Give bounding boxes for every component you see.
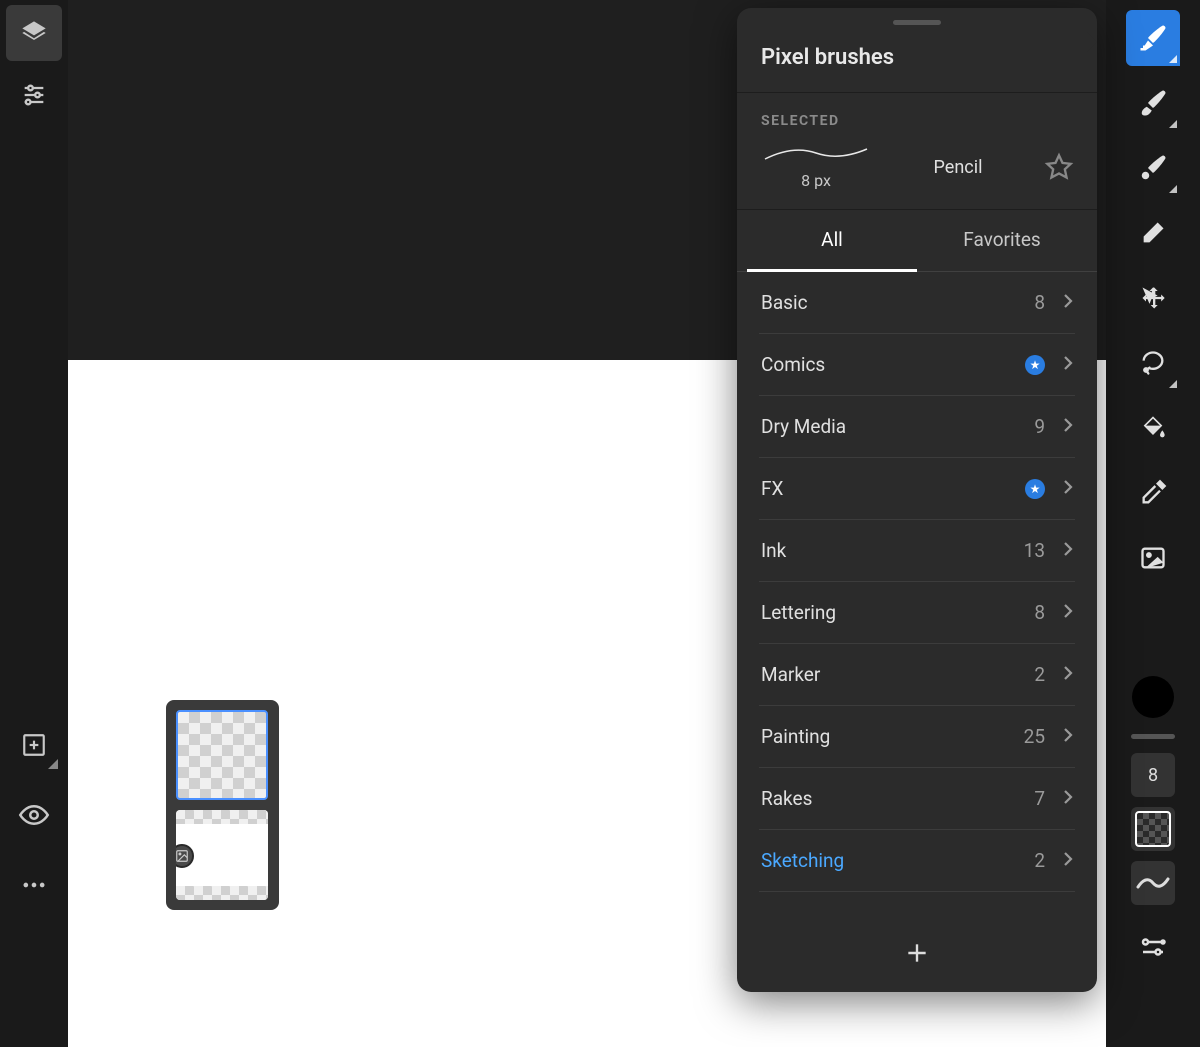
tab-favorites[interactable]: Favorites: [917, 210, 1087, 271]
brush-count: 9: [1034, 415, 1045, 438]
layers-icon[interactable]: [6, 5, 62, 61]
chevron-right-icon: [1063, 851, 1073, 871]
brush-category-label: Marker: [761, 663, 1034, 686]
premium-badge-icon: ★: [1025, 479, 1045, 499]
brush-count: 2: [1034, 663, 1045, 686]
brush-category-label: Comics: [761, 353, 1025, 376]
brush-category-list: Basic8Comics★Dry Media9FX★Ink13Lettering…: [737, 272, 1097, 922]
lasso-icon[interactable]: [1126, 335, 1180, 391]
pixel-brush-icon[interactable]: [1126, 10, 1180, 66]
selected-brush-row[interactable]: 8 px Pencil: [737, 129, 1097, 209]
brush-preview-button[interactable]: [1131, 861, 1175, 905]
brush-category-row[interactable]: Basic8: [759, 272, 1075, 334]
brush-category-row[interactable]: Painting25: [759, 706, 1075, 768]
brush-stroke-preview: 8 px: [761, 145, 871, 189]
brush-category-label: Basic: [761, 291, 1034, 314]
add-brush-icon[interactable]: [904, 940, 930, 970]
brush-count: 8: [1034, 601, 1045, 624]
image-layer-icon: [176, 844, 194, 868]
layer-thumb-bg[interactable]: [176, 810, 268, 900]
right-toolbar: 8: [1106, 0, 1200, 1047]
chevron-right-icon: [1063, 727, 1073, 747]
secondary-color-swatch[interactable]: [1131, 807, 1175, 851]
eraser-icon[interactable]: [1126, 205, 1180, 261]
premium-badge-icon: ★: [1025, 355, 1045, 375]
brush-count: 7: [1034, 787, 1045, 810]
brush-category-row[interactable]: Comics★: [759, 334, 1075, 396]
chevron-right-icon: [1063, 603, 1073, 623]
selected-label: SELECTED: [737, 93, 1097, 129]
brush-category-label: FX: [761, 477, 1025, 500]
more-icon[interactable]: [6, 857, 62, 913]
favorite-star-icon[interactable]: [1045, 153, 1073, 181]
brush-name-label: Pencil: [879, 157, 1037, 178]
chevron-right-icon: [1063, 541, 1073, 561]
brush-count: 2: [1034, 849, 1045, 872]
add-icon[interactable]: [6, 717, 62, 773]
chevron-right-icon: [1063, 789, 1073, 809]
brush-count: 13: [1024, 539, 1045, 562]
brush-category-row[interactable]: Rakes7: [759, 768, 1075, 830]
eyedropper-icon[interactable]: [1126, 465, 1180, 521]
left-toolbar: [0, 0, 68, 1047]
brush-size-label: 8 px: [801, 171, 831, 190]
tab-all[interactable]: All: [747, 210, 917, 272]
panel-grip-icon[interactable]: [1131, 734, 1175, 739]
brush-panel: Pixel brushes SELECTED 8 px Pencil All F…: [737, 8, 1097, 992]
brush-count: 8: [1034, 291, 1045, 314]
smudge-icon[interactable]: [1126, 140, 1180, 196]
brush-category-row[interactable]: Dry Media9: [759, 396, 1075, 458]
brush-category-label: Rakes: [761, 787, 1034, 810]
chevron-right-icon: [1063, 417, 1073, 437]
brush-category-label: Painting: [761, 725, 1024, 748]
visibility-icon[interactable]: [6, 787, 62, 843]
layers-mini-panel[interactable]: [166, 700, 279, 910]
brush-category-label: Ink: [761, 539, 1024, 562]
chevron-right-icon: [1063, 479, 1073, 499]
watercolor-brush-icon[interactable]: [1126, 75, 1180, 131]
chevron-right-icon: [1063, 665, 1073, 685]
brush-category-label: Lettering: [761, 601, 1034, 624]
brush-category-row[interactable]: Ink13: [759, 520, 1075, 582]
brush-category-label: Sketching: [761, 849, 1034, 872]
brush-category-row[interactable]: FX★: [759, 458, 1075, 520]
brush-category-row[interactable]: Lettering8: [759, 582, 1075, 644]
panel-title: Pixel brushes: [737, 25, 1097, 92]
fill-icon[interactable]: [1126, 400, 1180, 456]
brush-category-row[interactable]: Marker2: [759, 644, 1075, 706]
brush-category-row[interactable]: Sketching2: [759, 830, 1075, 892]
brush-tabs: All Favorites: [737, 210, 1097, 272]
place-image-icon[interactable]: [1126, 530, 1180, 586]
brush-category-label: Dry Media: [761, 415, 1034, 438]
chevron-right-icon: [1063, 355, 1073, 375]
move-icon[interactable]: [1126, 270, 1180, 326]
brush-settings-icon[interactable]: [1126, 919, 1180, 975]
layer-thumb-1[interactable]: [176, 710, 268, 800]
sliders-icon[interactable]: [6, 67, 62, 123]
chevron-right-icon: [1063, 293, 1073, 313]
brush-count: 25: [1024, 725, 1045, 748]
color-swatch[interactable]: [1132, 676, 1174, 718]
brush-size-button[interactable]: 8: [1131, 753, 1175, 797]
